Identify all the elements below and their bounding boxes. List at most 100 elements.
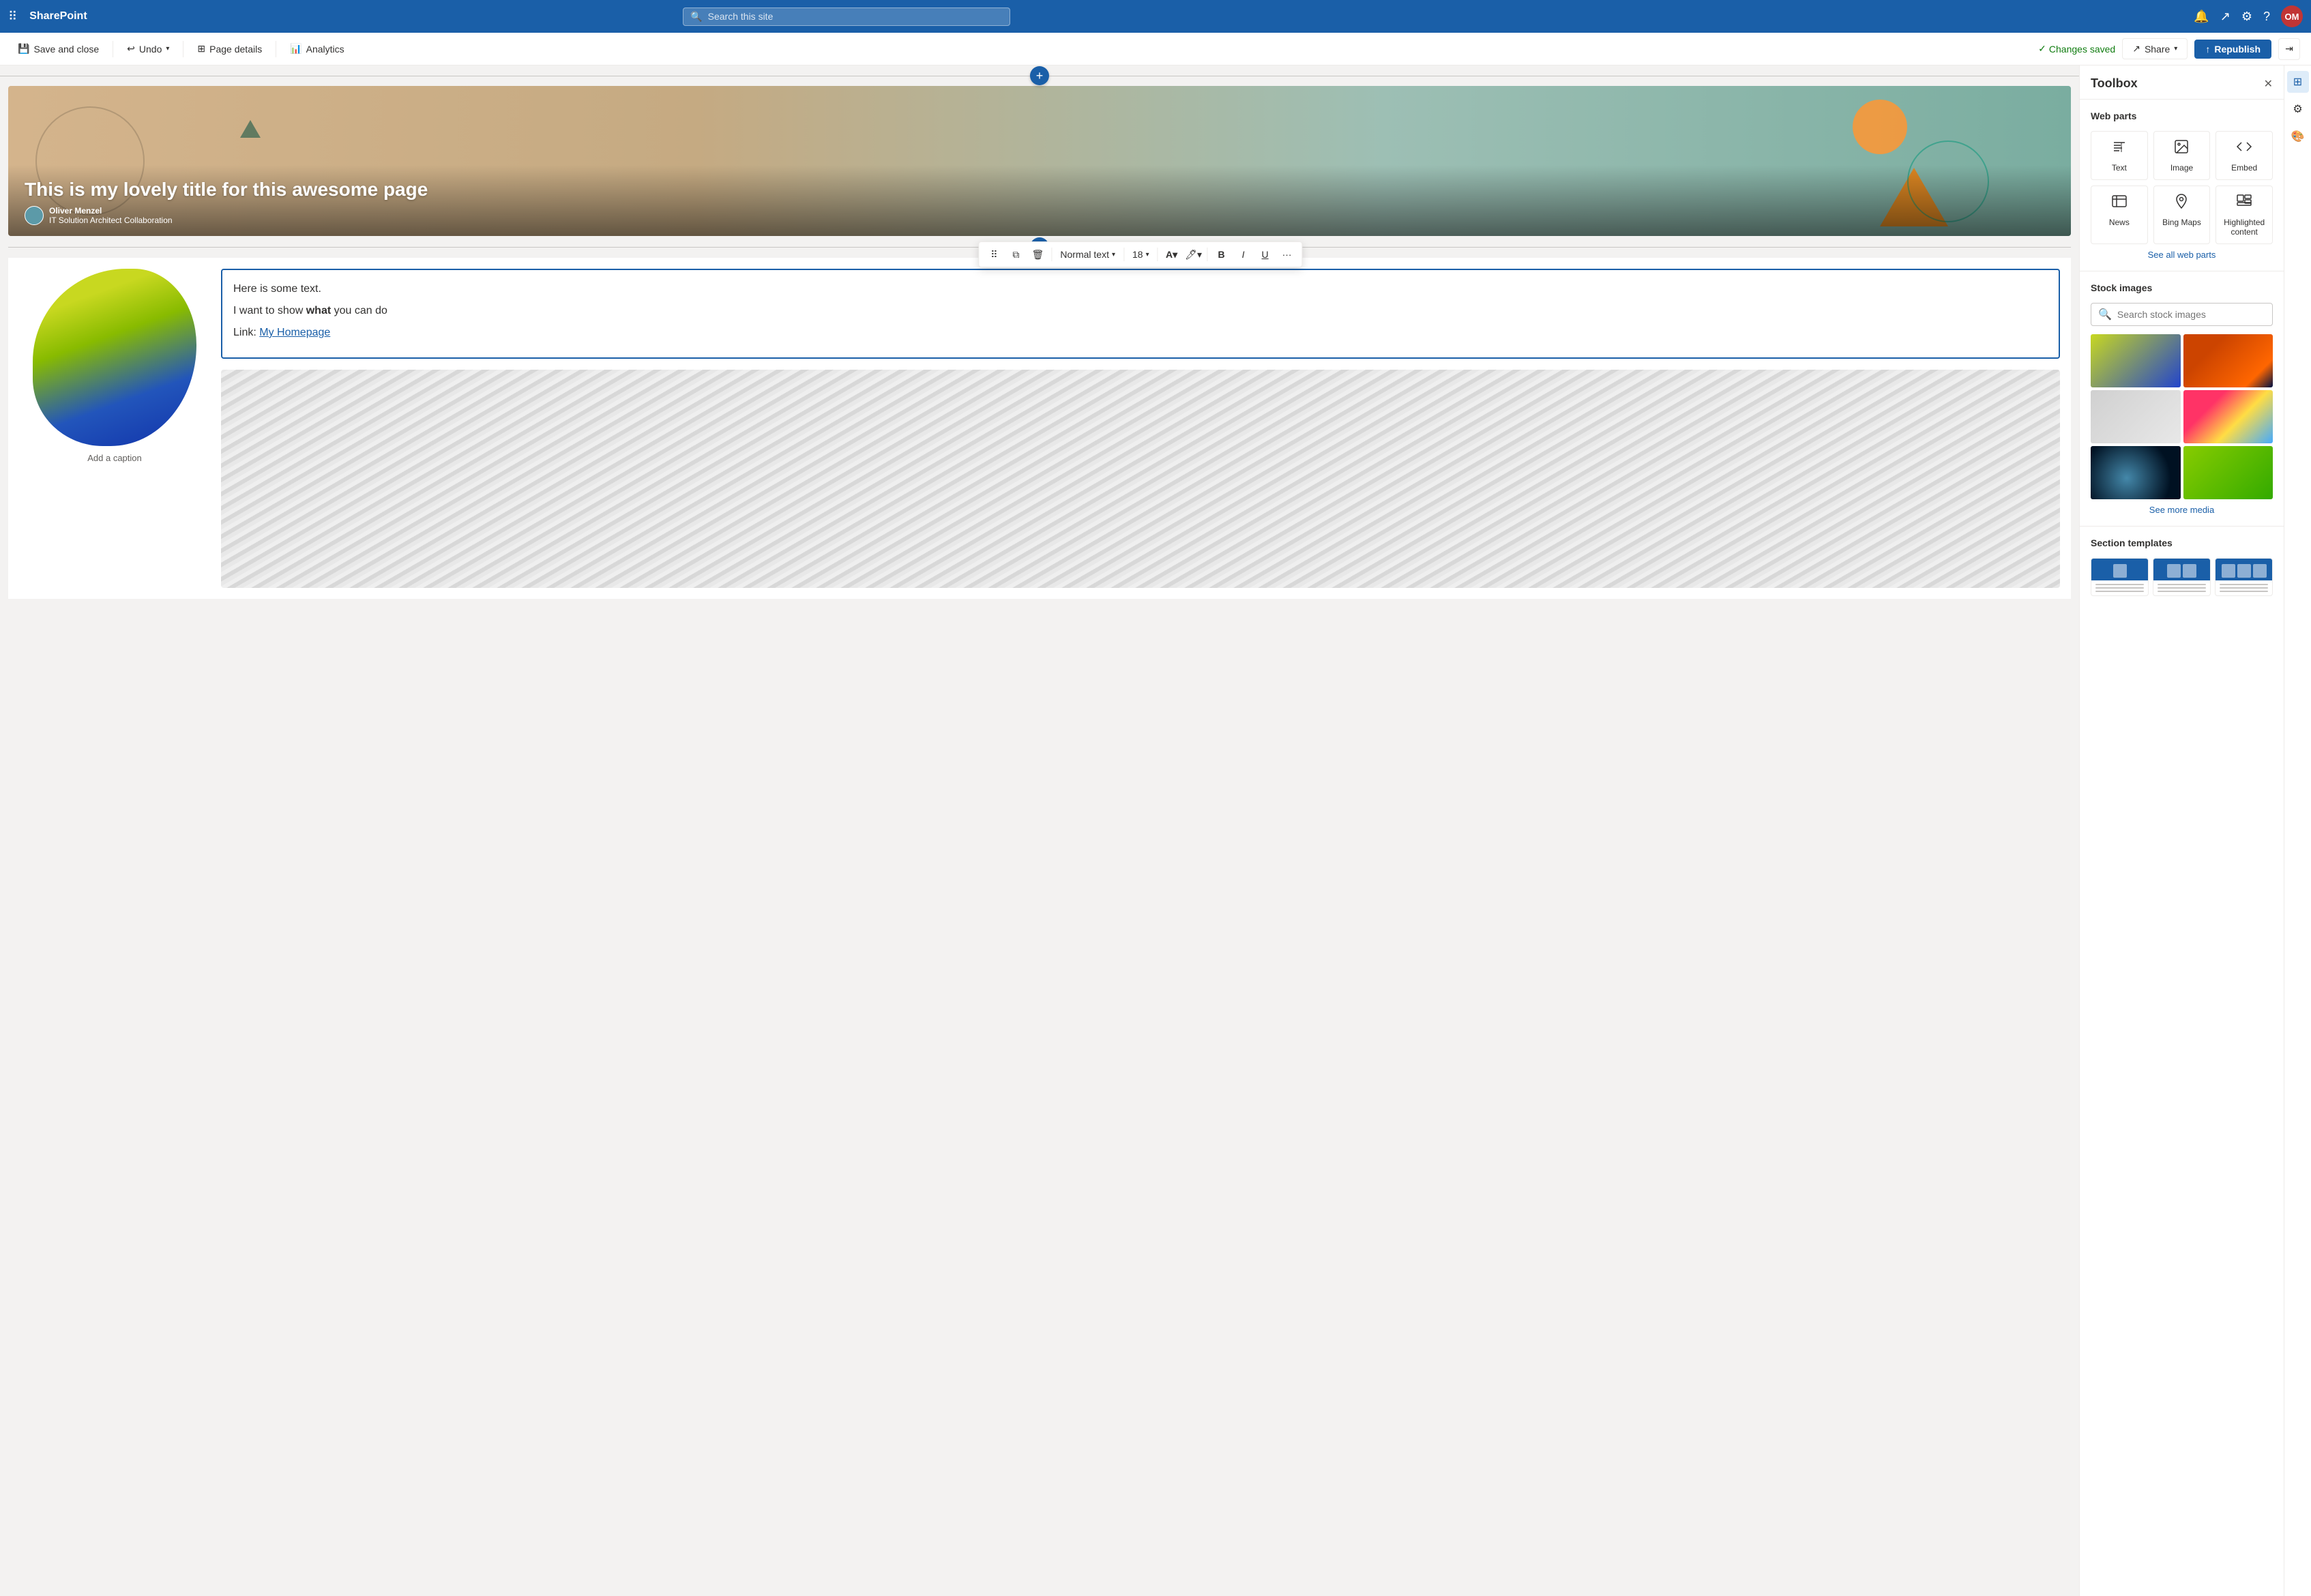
template-item-1[interactable] [2091, 558, 2149, 596]
web-part-news[interactable]: News [2091, 186, 2148, 244]
top-section-add[interactable]: + [0, 65, 2079, 86]
my-homepage-link[interactable]: My Homepage [259, 327, 330, 338]
add-section-button-top[interactable]: + [1030, 66, 1049, 85]
save-close-button[interactable]: 💾 Save and close [11, 40, 106, 58]
toolbox-header: Toolbox ✕ [2080, 65, 2284, 100]
notifications-icon[interactable]: 🔔 [2194, 10, 2209, 24]
template-item-2[interactable] [2153, 558, 2211, 596]
web-part-embed[interactable]: Embed [2216, 131, 2273, 180]
toolbox-panel: Toolbox ✕ Web parts Text [2079, 65, 2284, 1596]
text-editor-box[interactable]: Here is some text. I want to show what y… [221, 269, 2060, 359]
author-role: IT Solution Architect Collaboration [49, 216, 173, 225]
analytics-icon: 📊 [290, 43, 301, 55]
underline-icon[interactable]: U [1256, 245, 1275, 264]
blob-image [33, 269, 196, 446]
search-icon: 🔍 [690, 11, 702, 23]
highlight-color-icon[interactable]: 🖊▾ [1184, 245, 1203, 264]
embed-web-part-label: Embed [2231, 163, 2257, 173]
stock-images-section: Stock images 🔍 See more media [2080, 271, 2284, 527]
text-line-1: Here is some text. [233, 281, 2048, 297]
template-thumb-3b [2237, 564, 2251, 578]
waffle-icon[interactable]: ⠿ [8, 10, 17, 24]
stock-image-4[interactable] [2183, 390, 2273, 443]
stock-search-input[interactable] [2117, 309, 2265, 320]
bing-maps-web-part-icon [2173, 193, 2190, 213]
toolbox-close-button[interactable]: ✕ [2264, 77, 2273, 91]
page-details-icon: ⊞ [197, 43, 205, 55]
filter-side-icon[interactable]: ⚙ [2287, 98, 2309, 120]
see-all-web-parts-link[interactable]: See all web parts [2091, 250, 2273, 260]
content-section: Add a caption ⠿ ⧉ 🗑 Normal text [8, 258, 2071, 599]
highlighted-content-web-part-label: Highlighted content [2220, 218, 2268, 237]
template-thumb-2b [2183, 564, 2196, 578]
move-tool-icon[interactable]: ⠿ [984, 245, 1003, 264]
undo-button[interactable]: ↩ Undo ▾ [120, 40, 176, 58]
web-part-highlighted-content[interactable]: Highlighted content [2216, 186, 2273, 244]
text-editor-toolbar: ⠿ ⧉ 🗑 Normal text ▾ 18 ▾ [978, 241, 1302, 267]
hero-title: This is my lovely title for this awesome… [25, 179, 2055, 201]
size-chevron-icon: ▾ [1146, 251, 1149, 258]
text-link-line: Link: My Homepage [233, 325, 2048, 341]
web-part-text[interactable]: Text [2091, 131, 2148, 180]
paint-side-icon[interactable]: 🎨 [2287, 125, 2309, 147]
web-part-bing-maps[interactable]: Bing Maps [2153, 186, 2211, 244]
bing-maps-web-part-label: Bing Maps [2162, 218, 2201, 227]
abstract-image-block [221, 370, 2060, 588]
republish-button[interactable]: ↑ Republish [2194, 40, 2271, 59]
changes-saved-status: ✓ Changes saved [2038, 43, 2115, 55]
top-right-icons: 🔔 ↗ ⚙ ? OM [2194, 5, 2303, 27]
template-top-3 [2216, 559, 2272, 580]
share-button[interactable]: ↗ Share ▾ [2122, 38, 2188, 59]
undo-icon: ↩ [127, 43, 135, 55]
web-parts-title: Web parts [2091, 110, 2273, 121]
hero-banner: This is my lovely title for this awesome… [8, 86, 2071, 236]
toolbox-side-icon[interactable]: ⊞ [2287, 71, 2309, 93]
stock-image-2[interactable] [2183, 334, 2273, 387]
bold-icon[interactable]: B [1212, 245, 1231, 264]
analytics-button[interactable]: 📊 Analytics [283, 40, 351, 58]
duplicate-tool-icon[interactable]: ⧉ [1006, 245, 1025, 264]
news-web-part-label: News [2109, 218, 2130, 227]
highlighted-content-web-part-icon [2236, 193, 2252, 213]
main-layout: + This is my lovely title for this aweso… [0, 65, 2311, 1596]
template-thumb-2a [2167, 564, 2181, 578]
template-bottom-1 [2091, 580, 2148, 595]
hero-overlay: This is my lovely title for this awesome… [8, 165, 2071, 236]
stock-image-6[interactable] [2183, 446, 2273, 499]
collapse-panel-button[interactable]: ⇥ [2278, 38, 2300, 60]
template-thumb-3a [2222, 564, 2235, 578]
delete-tool-icon[interactable]: 🗑 [1028, 245, 1047, 264]
toolbox-title: Toolbox [2091, 76, 2138, 91]
text-style-select[interactable]: Normal text ▾ [1056, 248, 1119, 261]
news-web-part-icon [2111, 193, 2128, 213]
see-more-media-link[interactable]: See more media [2091, 505, 2273, 515]
web-part-image[interactable]: Image [2153, 131, 2211, 180]
share-chevron-icon: ▾ [2174, 45, 2177, 53]
avatar[interactable]: OM [2281, 5, 2303, 27]
help-icon[interactable]: ? [2263, 10, 2270, 24]
two-column-layout: Add a caption ⠿ ⧉ 🗑 Normal text [8, 258, 2071, 599]
italic-icon[interactable]: I [1234, 245, 1253, 264]
side-panel-icons: ⊞ ⚙ 🎨 [2284, 65, 2311, 1596]
canvas-area: + This is my lovely title for this aweso… [0, 65, 2079, 1596]
style-chevron-icon: ▾ [1112, 251, 1115, 258]
image-caption[interactable]: Add a caption [87, 453, 142, 463]
image-web-part-label: Image [2170, 163, 2193, 173]
template-thumb-1 [2113, 564, 2127, 578]
share-network-icon[interactable]: ↗ [2220, 10, 2231, 24]
stock-image-5[interactable] [2091, 446, 2181, 499]
settings-icon[interactable]: ⚙ [2241, 10, 2252, 24]
checkmark-icon: ✓ [2038, 43, 2046, 55]
search-bar[interactable]: 🔍 Search this site [683, 8, 1010, 26]
text-line-2: I want to show what you can do [233, 303, 2048, 319]
republish-icon: ↑ [2205, 44, 2210, 55]
stock-image-1[interactable] [2091, 334, 2181, 387]
font-size-select[interactable]: 18 ▾ [1128, 248, 1153, 261]
page-details-button[interactable]: ⊞ Page details [190, 40, 269, 58]
section-templates-section: Section templates [2080, 527, 2284, 607]
font-color-icon[interactable]: A▾ [1162, 245, 1181, 264]
more-options-icon[interactable]: ··· [1278, 245, 1297, 264]
templates-grid [2091, 558, 2273, 596]
stock-image-3[interactable] [2091, 390, 2181, 443]
template-item-3[interactable] [2215, 558, 2273, 596]
